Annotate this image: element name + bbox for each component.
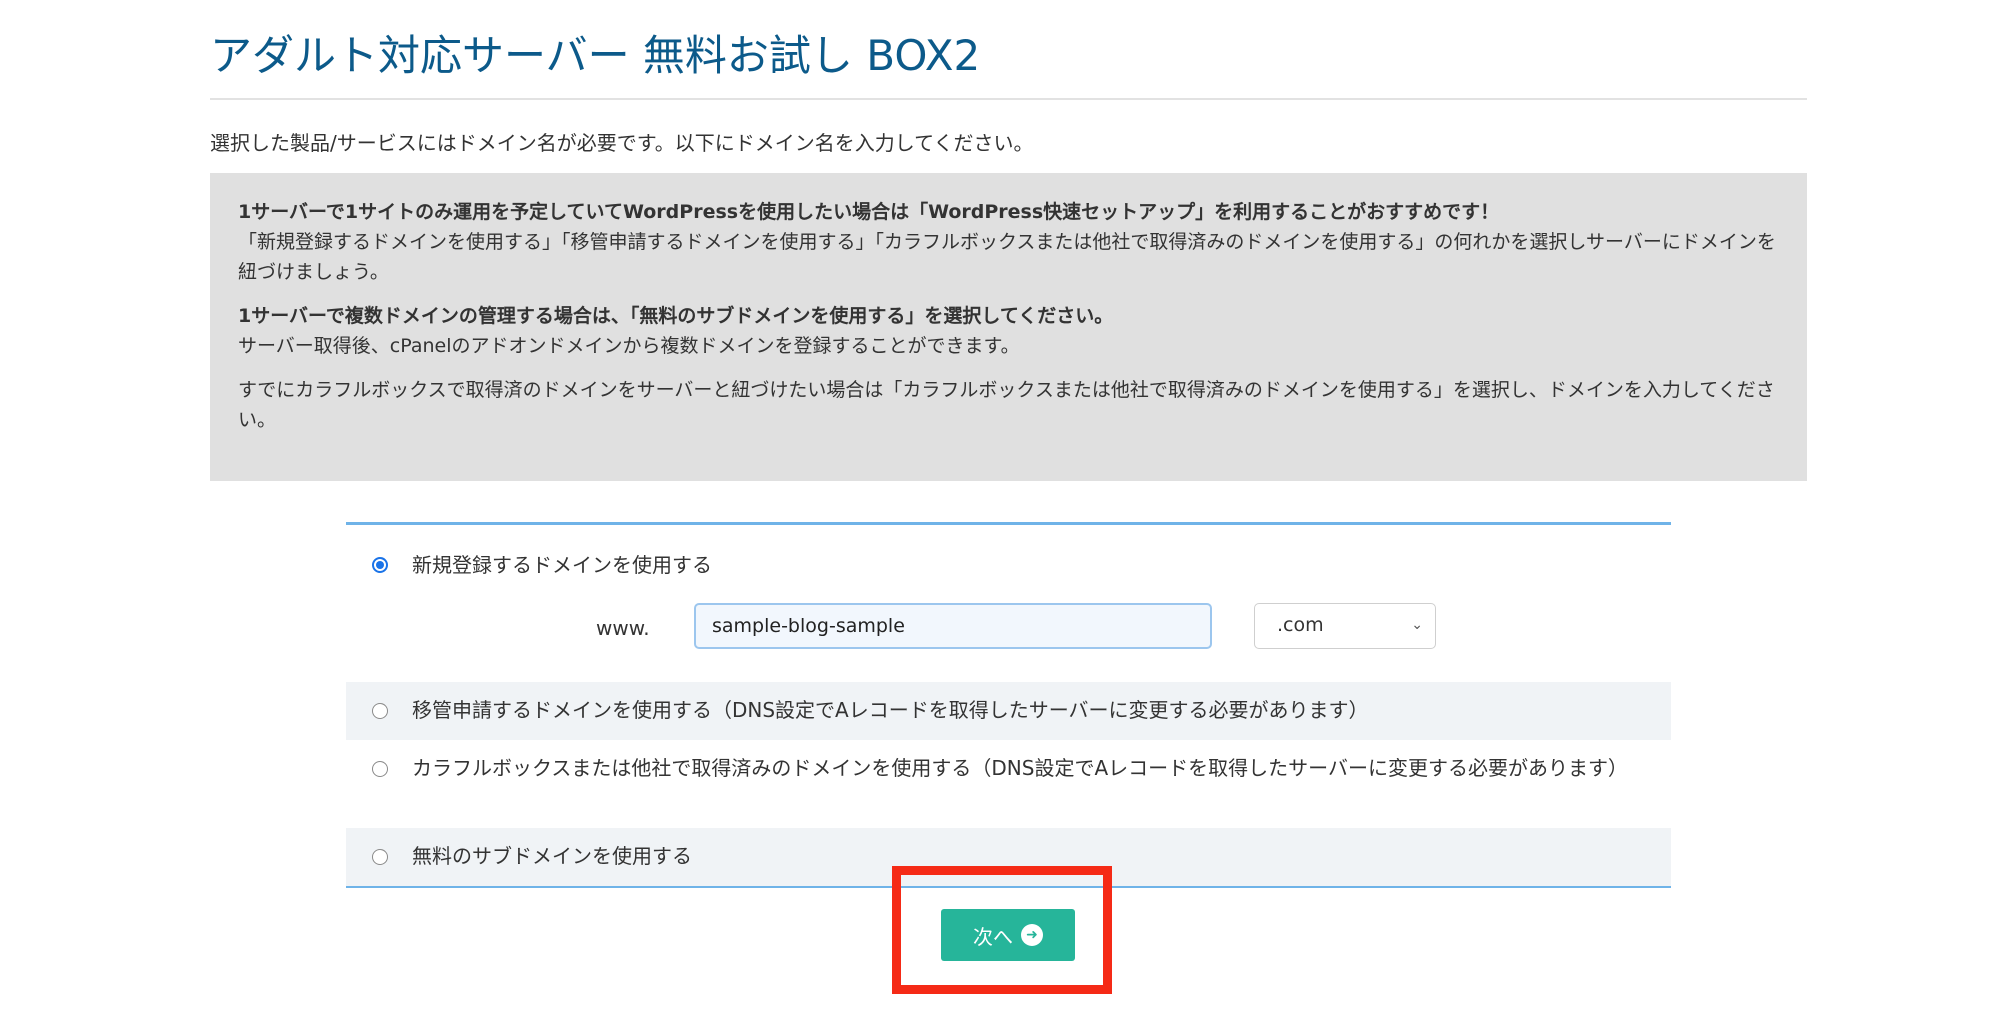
domain-name-input[interactable] [694,603,1212,649]
info-paragraph-1: 1サーバーで1サイトのみ運用を予定していてWordPressを使用したい場合は「… [238,197,1777,287]
owned-domain-radio[interactable] [372,761,388,777]
info-p1-bold: 1サーバーで1サイトのみ運用を予定していてWordPressを使用したい場合は「… [238,201,1500,223]
option-owned-domain[interactable]: カラフルボックスまたは他社で取得済みのドメインを使用する（DNS設定でAレコード… [346,740,1671,828]
option-register-domain[interactable]: 新規登録するドメインを使用する www. .com ⌄ [346,537,1671,677]
tld-select[interactable]: .com ⌄ [1254,603,1436,649]
info-p2-text: サーバー取得後、cPanelのアドオンドメインから複数ドメインを登録することがで… [238,335,1020,357]
info-paragraph-3: すでにカラフルボックスで取得済のドメインをサーバーと紐づけたい場合は「カラフルボ… [238,375,1777,435]
www-prefix: www. [596,616,650,640]
domain-options-panel: 新規登録するドメインを使用する www. .com ⌄ 移管申請するドメインを使… [346,522,1671,888]
register-domain-radio[interactable] [372,557,388,573]
transfer-domain-radio[interactable] [372,703,388,719]
highlight-annotation-box [892,866,1112,994]
option-transfer-domain[interactable]: 移管申請するドメインを使用する（DNS設定でAレコードを取得したサーバーに変更す… [346,682,1671,740]
owned-domain-label[interactable]: カラフルボックスまたは他社で取得済みのドメインを使用する（DNS設定でAレコード… [412,753,1652,783]
page-title: アダルト対応サーバー 無料お試し BOX2 [210,31,981,80]
register-domain-label[interactable]: 新規登録するドメインを使用する [412,550,712,580]
info-box: 1サーバーで1サイトのみ運用を予定していてWordPressを使用したい場合は「… [210,173,1807,481]
free-subdomain-label[interactable]: 無料のサブドメインを使用する [412,841,692,871]
chevron-down-icon: ⌄ [1411,617,1423,633]
info-p1-text: 「新規登録するドメインを使用する」「移管申請するドメインを使用する」「カラフルボ… [238,231,1776,283]
intro-text: 選択した製品/サービスにはドメイン名が必要です。以下にドメイン名を入力してくださ… [210,131,1034,155]
page: アダルト対応サーバー 無料お試し BOX2 選択した製品/サービスにはドメイン名… [0,0,1999,1020]
info-p2-bold: 1サーバーで複数ドメインの管理する場合は、「無料のサブドメインを使用する」を選択… [238,305,1114,327]
free-subdomain-radio[interactable] [372,849,388,865]
info-paragraph-2: 1サーバーで複数ドメインの管理する場合は、「無料のサブドメインを使用する」を選択… [238,301,1777,361]
transfer-domain-label[interactable]: 移管申請するドメインを使用する（DNS設定でAレコードを取得したサーバーに変更す… [412,695,1369,725]
tld-select-value: .com [1277,614,1324,636]
info-p3-text: すでにカラフルボックスで取得済のドメインをサーバーと紐づけたい場合は「カラフルボ… [238,379,1775,431]
title-divider [210,98,1807,100]
